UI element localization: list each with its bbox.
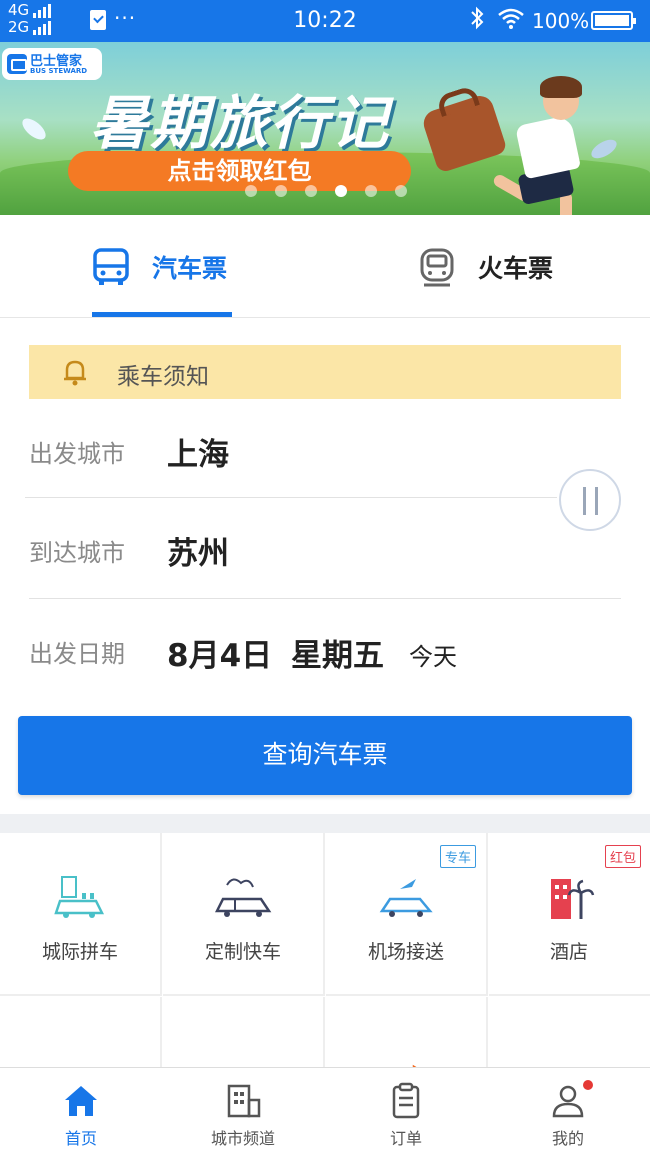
tab-label: 火车票 bbox=[478, 253, 554, 283]
departure-date-value[interactable]: 8月4日 bbox=[167, 630, 272, 675]
nav-orders[interactable]: 订单 bbox=[325, 1068, 487, 1155]
service-hotel[interactable]: 红包 酒店 bbox=[489, 833, 650, 996]
wifi-icon bbox=[497, 6, 525, 34]
departure-city-value[interactable]: 上海 bbox=[167, 429, 229, 474]
bus-icon bbox=[93, 247, 129, 285]
arrival-city-label: 到达城市 bbox=[29, 539, 125, 567]
carousel-indicator[interactable] bbox=[245, 185, 407, 197]
intercity-carpool-icon bbox=[54, 876, 105, 918]
carousel-dot[interactable] bbox=[245, 185, 257, 197]
carousel-dot[interactable] bbox=[395, 185, 407, 197]
section-separator bbox=[0, 814, 650, 833]
nav-label: 首页 bbox=[64, 1129, 97, 1148]
train-icon bbox=[420, 248, 454, 286]
active-tab-indicator bbox=[92, 312, 232, 317]
departure-city-label: 出发城市 bbox=[29, 440, 125, 468]
carousel-dot-active[interactable] bbox=[335, 185, 347, 197]
notice-label: 乘车须知 bbox=[117, 364, 209, 390]
arrival-city-field[interactable]: 到达城市 苏州 bbox=[29, 499, 621, 599]
departure-date-label: 出发日期 bbox=[29, 640, 125, 668]
bluetooth-icon bbox=[470, 6, 484, 35]
service-label: 酒店 bbox=[549, 941, 588, 963]
carousel-dot[interactable] bbox=[305, 185, 317, 197]
nav-city-channel[interactable]: 城市频道 bbox=[162, 1068, 324, 1155]
service-airport-transfer[interactable]: 专车 机场接送 bbox=[326, 833, 488, 996]
airport-transfer-icon bbox=[379, 879, 433, 917]
red-packet-badge: 红包 bbox=[604, 845, 641, 868]
leaf-decoration bbox=[588, 135, 620, 163]
hotel-icon bbox=[551, 879, 595, 919]
leaf-decoration bbox=[18, 114, 50, 144]
nav-label: 城市频道 bbox=[210, 1129, 275, 1148]
status-bar: 4G 2G ··· 10:22 100% bbox=[0, 0, 650, 42]
service-custom-express[interactable]: 定制快车 bbox=[163, 833, 325, 996]
tab-label: 汽车票 bbox=[152, 253, 228, 283]
tab-bus-ticket[interactable]: 汽车票 bbox=[92, 215, 227, 318]
battery-icon bbox=[591, 11, 636, 30]
service-intercity-carpool[interactable]: 城际拼车 bbox=[0, 833, 162, 996]
ticket-type-tabs: 汽车票 火车票 bbox=[0, 215, 650, 318]
bottom-navigation: 首页 城市频道 订单 我的 bbox=[0, 1067, 650, 1155]
today-tag: 今天 bbox=[409, 643, 457, 671]
weekday-value: 星期五 bbox=[291, 638, 384, 674]
battery-percent: 100% bbox=[532, 9, 590, 33]
exclusive-car-badge: 专车 bbox=[439, 845, 476, 868]
runner-illustration bbox=[540, 76, 582, 98]
nav-label: 订单 bbox=[389, 1129, 422, 1148]
arrival-city-value[interactable]: 苏州 bbox=[167, 528, 229, 573]
bell-icon bbox=[64, 360, 86, 386]
promo-banner[interactable]: 巴士管家 BUS STEWARD 暑期旅行记 点击领取红包 bbox=[0, 42, 650, 215]
carousel-dot[interactable] bbox=[365, 185, 377, 197]
custom-express-icon bbox=[214, 878, 272, 917]
notification-dot bbox=[583, 1080, 593, 1090]
nav-label: 我的 bbox=[551, 1129, 584, 1148]
service-label: 城际拼车 bbox=[41, 941, 118, 963]
runner-illustration bbox=[514, 114, 582, 180]
order-icon bbox=[392, 1082, 420, 1119]
brand-subtitle: BUS STEWARD bbox=[30, 67, 88, 75]
service-label: 定制快车 bbox=[204, 941, 281, 963]
service-label: 机场接送 bbox=[367, 941, 444, 963]
divider bbox=[25, 497, 557, 498]
departure-date-field[interactable]: 出发日期 8月4日 星期五 今天 bbox=[29, 599, 621, 699]
nav-home[interactable]: 首页 bbox=[0, 1068, 162, 1155]
carousel-dot[interactable] bbox=[275, 185, 287, 197]
city-channel-icon bbox=[227, 1084, 261, 1118]
nav-profile[interactable]: 我的 bbox=[487, 1068, 649, 1155]
departure-city-field[interactable]: 出发城市 上海 bbox=[29, 400, 621, 500]
ride-notice-bar[interactable]: 乘车须知 bbox=[29, 345, 621, 399]
profile-icon bbox=[552, 1085, 584, 1118]
tab-train-ticket[interactable]: 火车票 bbox=[418, 215, 553, 318]
home-icon bbox=[65, 1086, 97, 1116]
brand-logo: 巴士管家 BUS STEWARD bbox=[2, 48, 102, 80]
search-bus-tickets-button[interactable]: 查询汽车票 bbox=[18, 716, 632, 795]
bus-steward-logo-icon bbox=[7, 54, 27, 74]
banner-title: 暑期旅行记 bbox=[90, 89, 391, 157]
